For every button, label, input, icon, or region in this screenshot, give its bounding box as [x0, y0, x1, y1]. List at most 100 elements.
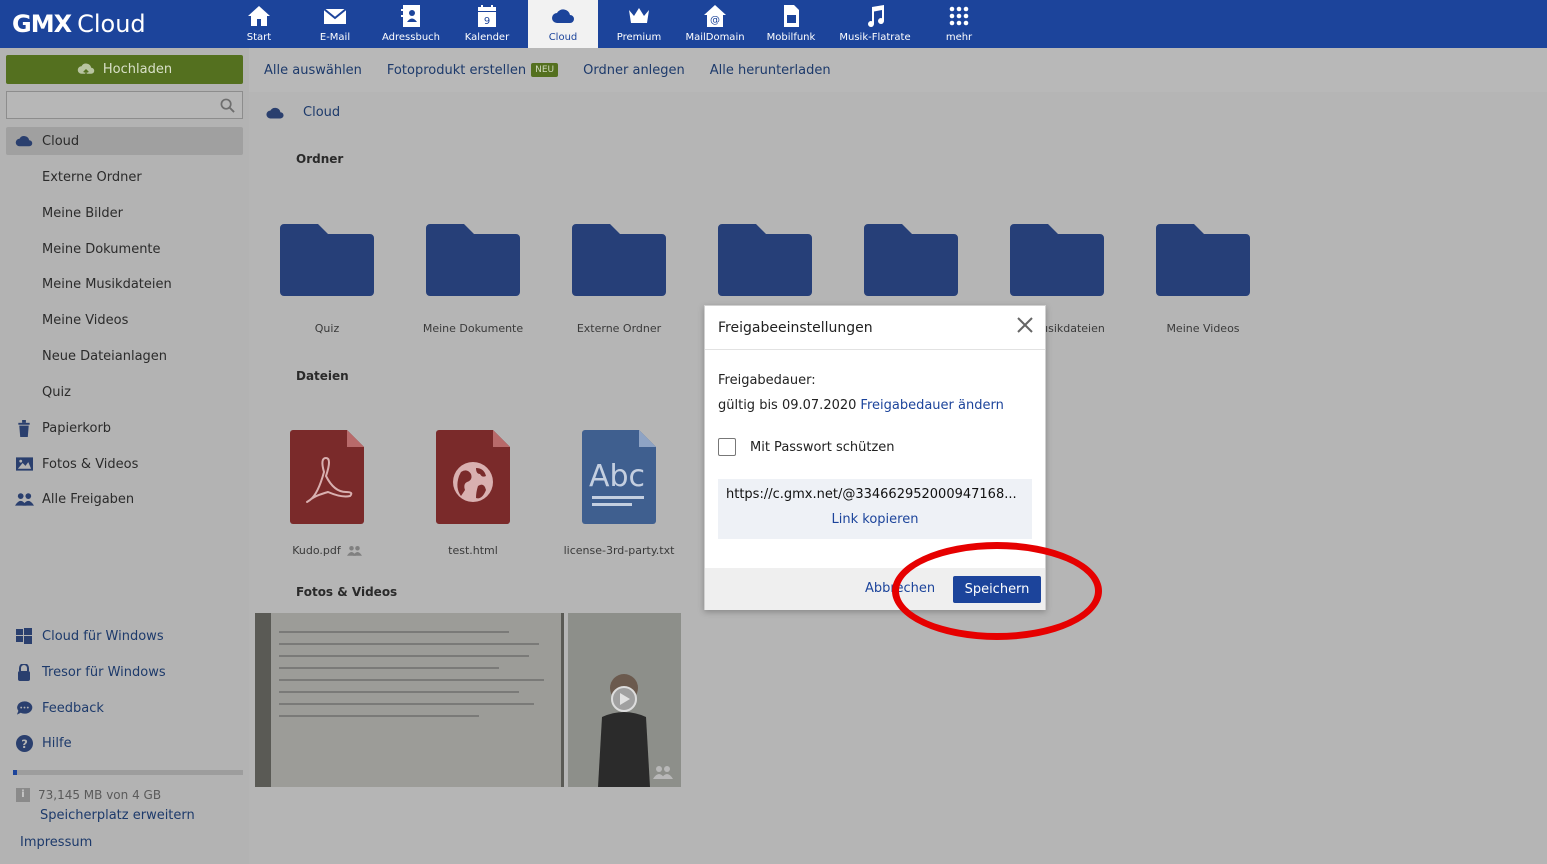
folder-name: Externe Ordner [576, 322, 662, 335]
info-icon: i [16, 788, 30, 802]
sidebar-link-feedback[interactable]: Feedback [6, 694, 243, 722]
nav-musik-flatrate[interactable]: Musik-Flatrate [832, 0, 918, 48]
storage-quota-fill [13, 770, 18, 775]
sidebar-item-label: Alle Freigaben [42, 491, 135, 507]
folder-icon [864, 224, 958, 296]
new-folder-button[interactable]: Ordner anlegen [583, 63, 685, 78]
sidebar-link-label: Hilfe [42, 735, 72, 751]
nav-cloud[interactable]: Cloud [528, 0, 598, 48]
sidebar-item-label: Meine Musikdateien [42, 276, 172, 292]
upload-button[interactable]: Hochladen [6, 55, 243, 84]
nav-email[interactable]: E-Mail [300, 0, 370, 48]
html-file-icon [436, 430, 510, 524]
search-icon[interactable] [220, 98, 235, 113]
share-url[interactable]: https://c.gmx.net/@334662952000947168... [726, 487, 1022, 502]
folder-item[interactable]: Meine Videos [1138, 224, 1268, 335]
sidebar-item-papierkorb[interactable]: Papierkorb [6, 414, 243, 442]
photo-text-line [279, 691, 519, 693]
file-name: license-3rd-party.txt [563, 544, 675, 557]
section-heading-folders: Ordner [296, 152, 344, 166]
video-thumbnail[interactable] [568, 613, 681, 787]
impressum-link[interactable]: Impressum [20, 835, 92, 850]
sidebar-link-hilfe[interactable]: ? Hilfe [6, 729, 243, 757]
person-figure [568, 613, 681, 787]
maildomain-icon: @ [704, 5, 726, 27]
folder-item[interactable]: Externe Ordner [554, 224, 684, 335]
red-highlight-circle [892, 542, 1102, 640]
sidebar-item-quiz[interactable]: Quiz [6, 378, 243, 406]
photo-text-line [279, 655, 529, 657]
photo-thumbnail[interactable] [255, 613, 564, 787]
nav-calendar[interactable]: 9 Kalender [452, 0, 522, 48]
password-checkbox-label[interactable]: Mit Passwort schützen [750, 440, 895, 455]
sidebar-item-externe-ordner[interactable]: Externe Ordner [6, 163, 243, 191]
gmx-logo[interactable]: GMX Cloud [12, 10, 146, 38]
sidebar-item-fotos-videos[interactable]: Fotos & Videos [6, 450, 243, 478]
sidebar-item-cloud[interactable]: Cloud [6, 127, 243, 155]
nav-addressbook[interactable]: Adressbuch [376, 0, 446, 48]
section-heading-files: Dateien [296, 369, 349, 383]
nav-more[interactable]: mehr [924, 0, 994, 48]
storage-quota-bar [13, 770, 243, 775]
folder-name: Quiz [314, 322, 340, 335]
folder-item[interactable]: Meine Dokumente [408, 224, 538, 335]
shared-people-icon [653, 766, 673, 779]
upload-cloud-icon [77, 63, 95, 77]
expand-storage-link[interactable]: Speicherplatz erweitern [40, 808, 195, 823]
photos-icon [15, 457, 33, 471]
file-item[interactable]: Abc license-3rd-party.txt [549, 430, 689, 557]
nav-maildomain[interactable]: @ MailDomain [680, 0, 750, 48]
shared-people-icon [346, 546, 362, 556]
download-all-button[interactable]: Alle herunterladen [710, 63, 831, 78]
sidebar-item-meine-dokumente[interactable]: Meine Dokumente [6, 235, 243, 263]
select-all-button[interactable]: Alle auswählen [264, 63, 362, 78]
sidebar-link-label: Cloud für Windows [42, 628, 164, 644]
sidebar-item-alle-freigaben[interactable]: Alle Freigaben [6, 485, 243, 513]
folder-icon [426, 224, 520, 296]
sidebar-item-meine-videos[interactable]: Meine Videos [6, 306, 243, 334]
sidebar-item-meine-musikdateien[interactable]: Meine Musikdateien [6, 270, 243, 298]
simcard-icon [784, 5, 799, 27]
sidebar-link-label: Feedback [42, 700, 104, 716]
nav-mobilfunk[interactable]: Mobilfunk [756, 0, 826, 48]
text-file-icon: Abc [582, 430, 656, 524]
password-checkbox[interactable] [718, 438, 736, 456]
close-icon[interactable] [1017, 317, 1033, 333]
sidebar-link-tresor-windows[interactable]: Tresor für Windows [6, 658, 243, 686]
file-item[interactable]: test.html [403, 430, 543, 557]
storage-quota-text: 73,145 MB von 4 GB [38, 788, 162, 802]
crown-icon [629, 8, 649, 23]
help-icon: ? [15, 734, 33, 752]
grid-icon [949, 6, 969, 26]
sidebar-item-label: Neue Dateianlagen [42, 348, 168, 364]
sidebar: Hochladen Cloud Externe Ordner Meine Bil… [0, 48, 249, 864]
copy-link-button[interactable]: Link kopieren [718, 512, 1032, 527]
folder-name: Meine Dokumente [422, 322, 524, 335]
photo-product-label: Fotoprodukt erstellen [386, 62, 527, 78]
sidebar-link-cloud-windows[interactable]: Cloud für Windows [6, 622, 243, 650]
sidebar-item-neue-dateianlagen[interactable]: Neue Dateianlagen [6, 342, 243, 370]
change-duration-link[interactable]: Freigabedauer ändern [860, 398, 1003, 413]
photo-product-button[interactable]: Fotoprodukt erstellen NEU [386, 62, 559, 78]
breadcrumb: Cloud [265, 105, 340, 120]
search-input[interactable] [7, 92, 207, 118]
breadcrumb-cloud[interactable]: Cloud [303, 105, 340, 120]
nav-label: Mobilfunk [766, 32, 816, 43]
main-nav: Start E-Mail Adressbuch 9 Kalender Cloud… [224, 0, 1000, 48]
nav-label: Premium [616, 32, 662, 43]
nav-label: mehr [945, 32, 973, 43]
chat-icon [16, 701, 32, 715]
nav-label: Kalender [464, 32, 510, 43]
sidebar-item-meine-bilder[interactable]: Meine Bilder [6, 199, 243, 227]
file-item[interactable]: Kudo.pdf [257, 430, 397, 557]
photo-text-line [279, 703, 534, 705]
nav-start[interactable]: Start [224, 0, 294, 48]
pdf-file-icon [290, 430, 364, 524]
photo-text-line [279, 667, 499, 669]
photo-text-line [279, 631, 509, 633]
sidebar-item-label: Quiz [42, 384, 71, 400]
nav-label: E-Mail [319, 32, 351, 43]
nav-label: MailDomain [685, 32, 745, 43]
folder-item[interactable]: Quiz [262, 224, 392, 335]
nav-premium[interactable]: Premium [604, 0, 674, 48]
